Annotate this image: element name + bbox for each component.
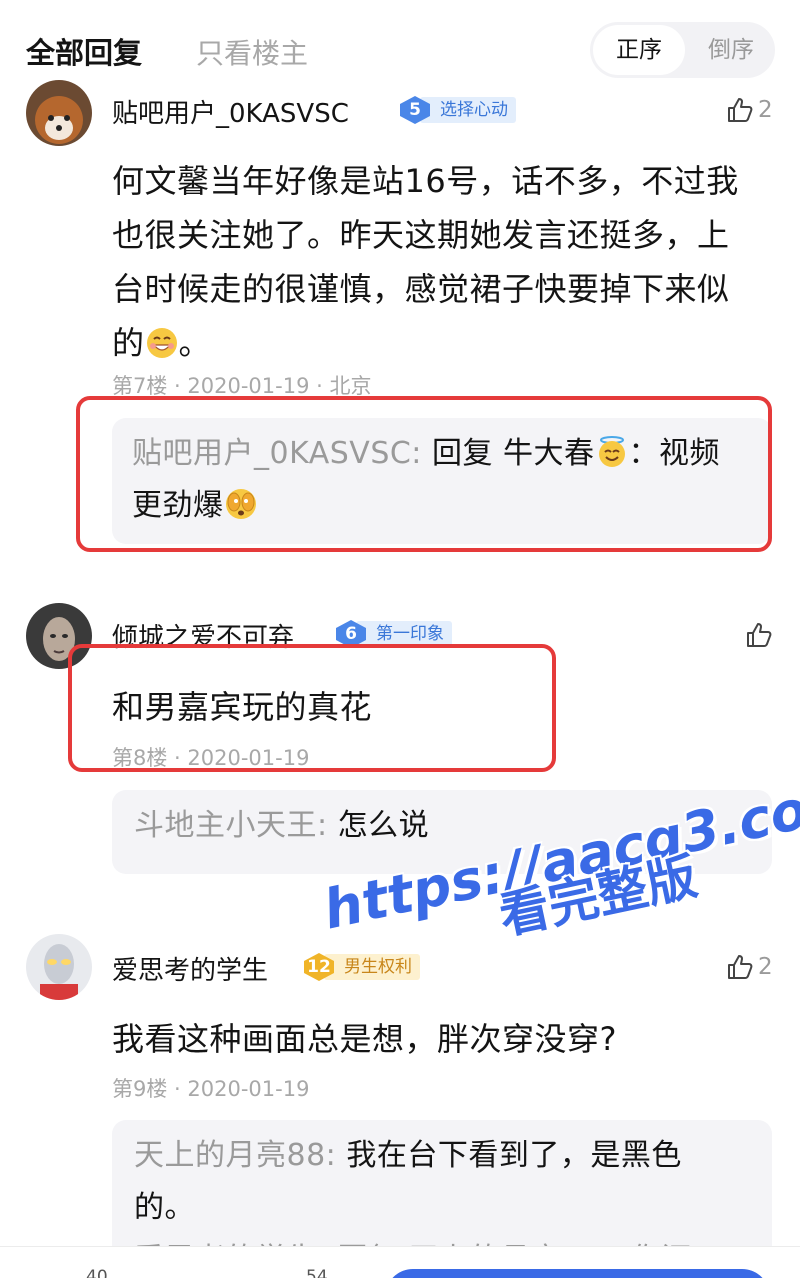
body-line-last: 的。 (112, 316, 782, 370)
tab-all-replies[interactable]: 全部回复 (26, 30, 142, 72)
level-number: 12 (307, 957, 331, 977)
sub-reply-text: 我在台下看到了，是黑色 (336, 1138, 682, 1173)
username[interactable]: 爱思考的学生 (112, 950, 268, 987)
sub-reply[interactable]: 天上的月亮88: 我在台下看到了，是黑色 的。 爱思考的学生: 回复 天上的月亮… (134, 1130, 754, 1264)
reply-header: 全部回复 只看楼主 正序 倒序 (0, 0, 800, 96)
body-text-fragment: 。 (178, 324, 212, 362)
post-meta: 第9楼 · 2020-01-19 (112, 1077, 310, 1101)
level-badge: 男生权利 12 (302, 952, 432, 982)
thumbs-up-icon (747, 623, 772, 647)
thumbs-up-icon (728, 98, 753, 122)
level-number: 5 (409, 100, 421, 120)
sub-reply-line: 天上的月亮88: 我在台下看到了，是黑色 (134, 1130, 754, 1182)
post-body: 何文馨当年好像是站16号，话不多，不过我 也很关注她了。昨天这期她发言还挺多，上… (112, 154, 782, 370)
body-line: 何文馨当年好像是站16号，话不多，不过我 (112, 162, 739, 200)
body-line: 台时候走的很谨慎，感觉裙子快要掉下来似 (112, 270, 730, 308)
bottom-action-bar: 40 54 (0, 1246, 800, 1278)
body-text-fragment: 的 (112, 324, 145, 362)
sub-reply-author[interactable]: 天上的月亮88: (134, 1138, 336, 1173)
like-count: 2 (758, 954, 773, 980)
like-button[interactable] (745, 618, 777, 652)
highlight-box (76, 396, 772, 552)
ultraman-avatar-icon (26, 934, 92, 1000)
post-body: 我看这种画面总是想，胖次穿没穿? (112, 1020, 617, 1058)
bottom-count-mid[interactable]: 54 (306, 1267, 328, 1278)
sort-asc-button[interactable]: 正序 (593, 25, 685, 75)
level-tag: 男生权利 (324, 954, 420, 980)
like-button[interactable]: 2 (726, 93, 773, 127)
sub-reply-line: 的。 (134, 1190, 195, 1225)
avatar[interactable] (26, 80, 92, 146)
avatar[interactable] (26, 934, 92, 1000)
level-tag: 选择心动 (420, 97, 516, 123)
reply-button[interactable] (385, 1269, 770, 1278)
thumbs-up-icon (728, 955, 753, 979)
red-panda-avatar-icon (26, 80, 92, 146)
body-line: 也很关注她了。昨天这期她发言还挺多，上 (112, 216, 730, 254)
tab-owner-only[interactable]: 只看楼主 (196, 32, 308, 72)
grin-emoji-icon (146, 328, 177, 358)
like-count: 2 (758, 97, 773, 123)
sort-desc-button[interactable]: 倒序 (690, 25, 772, 75)
highlight-box (68, 644, 556, 772)
username[interactable]: 贴吧用户_0KASVSC (112, 93, 349, 130)
like-button[interactable]: 2 (726, 950, 773, 984)
level-badge: 选择心动 5 (398, 95, 528, 125)
sub-reply-author[interactable]: 斗地主小天王: (134, 808, 328, 843)
sort-toggle: 正序 倒序 (590, 22, 775, 78)
bottom-count-left[interactable]: 40 (86, 1267, 108, 1278)
sub-reply-text: 怎么说 (327, 808, 430, 843)
